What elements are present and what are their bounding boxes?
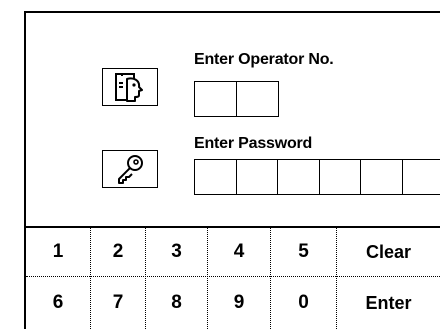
operator-digit-cell[interactable] (194, 81, 237, 117)
operator-number-field[interactable] (194, 81, 279, 117)
password-label: Enter Password (194, 135, 313, 152)
operator-number-label: Enter Operator No. (194, 51, 334, 68)
operator-id-icon (113, 70, 147, 104)
key-2[interactable]: 2 (91, 228, 145, 276)
password-digit-cell[interactable] (277, 159, 320, 195)
key-0[interactable]: 0 (271, 277, 336, 329)
key-3[interactable]: 3 (146, 228, 207, 276)
key-4[interactable]: 4 (208, 228, 270, 276)
password-digit-cell[interactable] (194, 159, 237, 195)
key-9[interactable]: 9 (208, 277, 270, 329)
key-8[interactable]: 8 (146, 277, 207, 329)
operator-icon-box (102, 68, 158, 106)
key-7[interactable]: 7 (91, 277, 145, 329)
key-5[interactable]: 5 (271, 228, 336, 276)
password-digit-cell[interactable] (318, 159, 362, 195)
password-icon-box (102, 150, 158, 188)
key-6[interactable]: 6 (26, 277, 90, 329)
password-field[interactable] (194, 159, 440, 195)
numeric-keypad: 1 2 3 4 5 Clear 6 7 8 9 0 Enter (26, 228, 440, 329)
password-digit-cell[interactable] (235, 159, 279, 195)
key-icon (113, 152, 147, 186)
password-digit-cell[interactable] (360, 159, 403, 195)
enter-button[interactable]: Enter (337, 277, 440, 329)
key-1[interactable]: 1 (26, 228, 90, 276)
operator-digit-cell[interactable] (235, 81, 279, 117)
frame-top-border (24, 11, 440, 13)
password-digit-cell[interactable] (401, 159, 440, 195)
login-screen: Enter Operator No. Enter Password 1 2 3 … (0, 0, 440, 329)
clear-button[interactable]: Clear (337, 228, 440, 276)
